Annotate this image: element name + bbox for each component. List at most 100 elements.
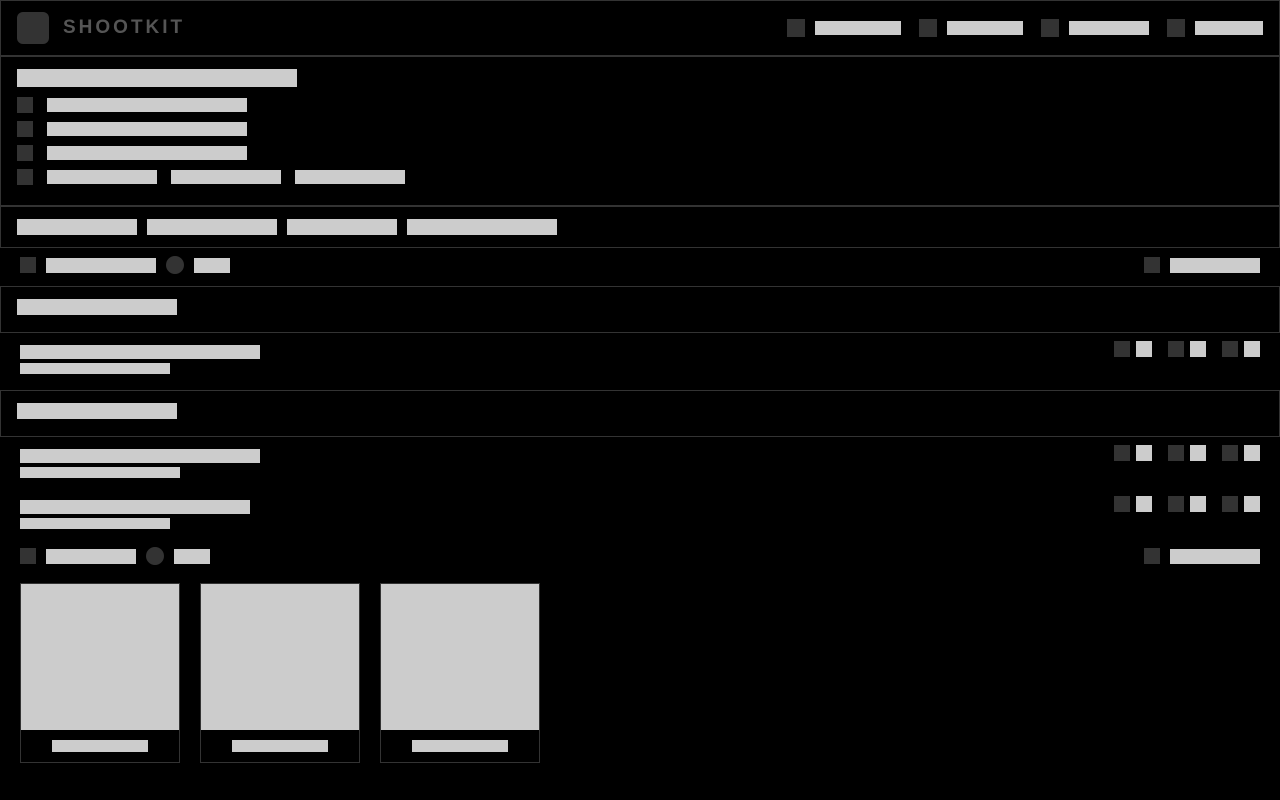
stat (1114, 496, 1152, 512)
section-title (17, 299, 177, 315)
stat-icon (1222, 496, 1238, 512)
intro-text (47, 170, 157, 184)
card-caption (381, 730, 539, 762)
bullet-icon (17, 169, 33, 185)
intro-line-multi (17, 169, 1263, 185)
breadcrumb-row (0, 248, 1280, 286)
card-grid (0, 577, 1280, 783)
nav-label (1195, 21, 1263, 35)
intro-text (171, 170, 281, 184)
item-title[interactable] (20, 500, 250, 514)
nav-icon (787, 19, 805, 37)
intro-section (0, 56, 1280, 206)
card-label (52, 740, 148, 752)
action-icon[interactable] (1144, 548, 1160, 564)
stat-icon (1222, 341, 1238, 357)
stat-value (1244, 496, 1260, 512)
breadcrumb-icon (20, 548, 36, 564)
stat (1222, 496, 1260, 512)
stat-icon (1168, 445, 1184, 461)
breadcrumb-icon (20, 257, 36, 273)
stat (1168, 341, 1206, 357)
logo[interactable]: SHOOTKIT (17, 12, 185, 44)
item-stats (1114, 496, 1260, 512)
intro-text (47, 122, 247, 136)
breadcrumb-text[interactable] (194, 258, 230, 273)
card-image (21, 584, 179, 730)
item-title[interactable] (20, 449, 260, 463)
card[interactable] (380, 583, 540, 763)
intro-text (47, 146, 247, 160)
card-label (412, 740, 508, 752)
stat-icon (1114, 496, 1130, 512)
brand-name: SHOOTKIT (63, 17, 185, 39)
stat-icon (1222, 445, 1238, 461)
separator-icon (166, 256, 184, 274)
nav-icon (1167, 19, 1185, 37)
stat-value (1190, 445, 1206, 461)
card-caption (201, 730, 359, 762)
site-header: SHOOTKIT (0, 0, 1280, 56)
stat-value (1244, 341, 1260, 357)
stat-value (1136, 496, 1152, 512)
nav-label (1069, 21, 1149, 35)
card-caption (21, 730, 179, 762)
breadcrumb-text[interactable] (46, 258, 156, 273)
stat (1222, 341, 1260, 357)
section-title (17, 403, 177, 419)
card-image (201, 584, 359, 730)
nav-label (815, 21, 901, 35)
stat-value (1190, 496, 1206, 512)
nav-label (947, 21, 1023, 35)
tag[interactable] (17, 219, 137, 235)
nav-item-1[interactable] (787, 19, 901, 37)
action-label[interactable] (1170, 549, 1260, 564)
logo-icon (17, 12, 49, 44)
intro-text (47, 98, 247, 112)
stat-value (1190, 341, 1206, 357)
bullet-icon (17, 145, 33, 161)
stat-value (1136, 445, 1152, 461)
item-stats (1114, 445, 1260, 461)
nav-icon (1041, 19, 1059, 37)
card[interactable] (200, 583, 360, 763)
intro-title (17, 69, 297, 87)
stat (1114, 341, 1152, 357)
nav-icon (919, 19, 937, 37)
separator-icon (146, 547, 164, 565)
action-icon[interactable] (1144, 257, 1160, 273)
nav-item-4[interactable] (1167, 19, 1263, 37)
stat-icon (1114, 445, 1130, 461)
tag[interactable] (407, 219, 557, 235)
card-label (232, 740, 328, 752)
intro-line (17, 121, 1263, 137)
stat-icon (1168, 341, 1184, 357)
stat-value (1136, 341, 1152, 357)
main-nav (787, 19, 1263, 37)
stat (1114, 445, 1152, 461)
stat (1222, 445, 1260, 461)
tag[interactable] (147, 219, 277, 235)
item-subtitle (20, 518, 170, 529)
section-body-1 (0, 333, 1280, 390)
item-stats (1114, 341, 1260, 357)
section-heading-1 (0, 286, 1280, 333)
intro-text (295, 170, 405, 184)
stat-icon (1168, 496, 1184, 512)
card[interactable] (20, 583, 180, 763)
stat (1168, 445, 1206, 461)
stat (1168, 496, 1206, 512)
nav-item-3[interactable] (1041, 19, 1149, 37)
breadcrumb-text[interactable] (46, 549, 136, 564)
item-subtitle (20, 467, 180, 478)
tag-row (0, 206, 1280, 248)
stat-icon (1114, 341, 1130, 357)
bullet-icon (17, 121, 33, 137)
section-heading-2 (0, 390, 1280, 437)
breadcrumb-text[interactable] (174, 549, 210, 564)
action-label[interactable] (1170, 258, 1260, 273)
item-title[interactable] (20, 345, 260, 359)
nav-item-2[interactable] (919, 19, 1023, 37)
bullet-icon (17, 97, 33, 113)
tag[interactable] (287, 219, 397, 235)
